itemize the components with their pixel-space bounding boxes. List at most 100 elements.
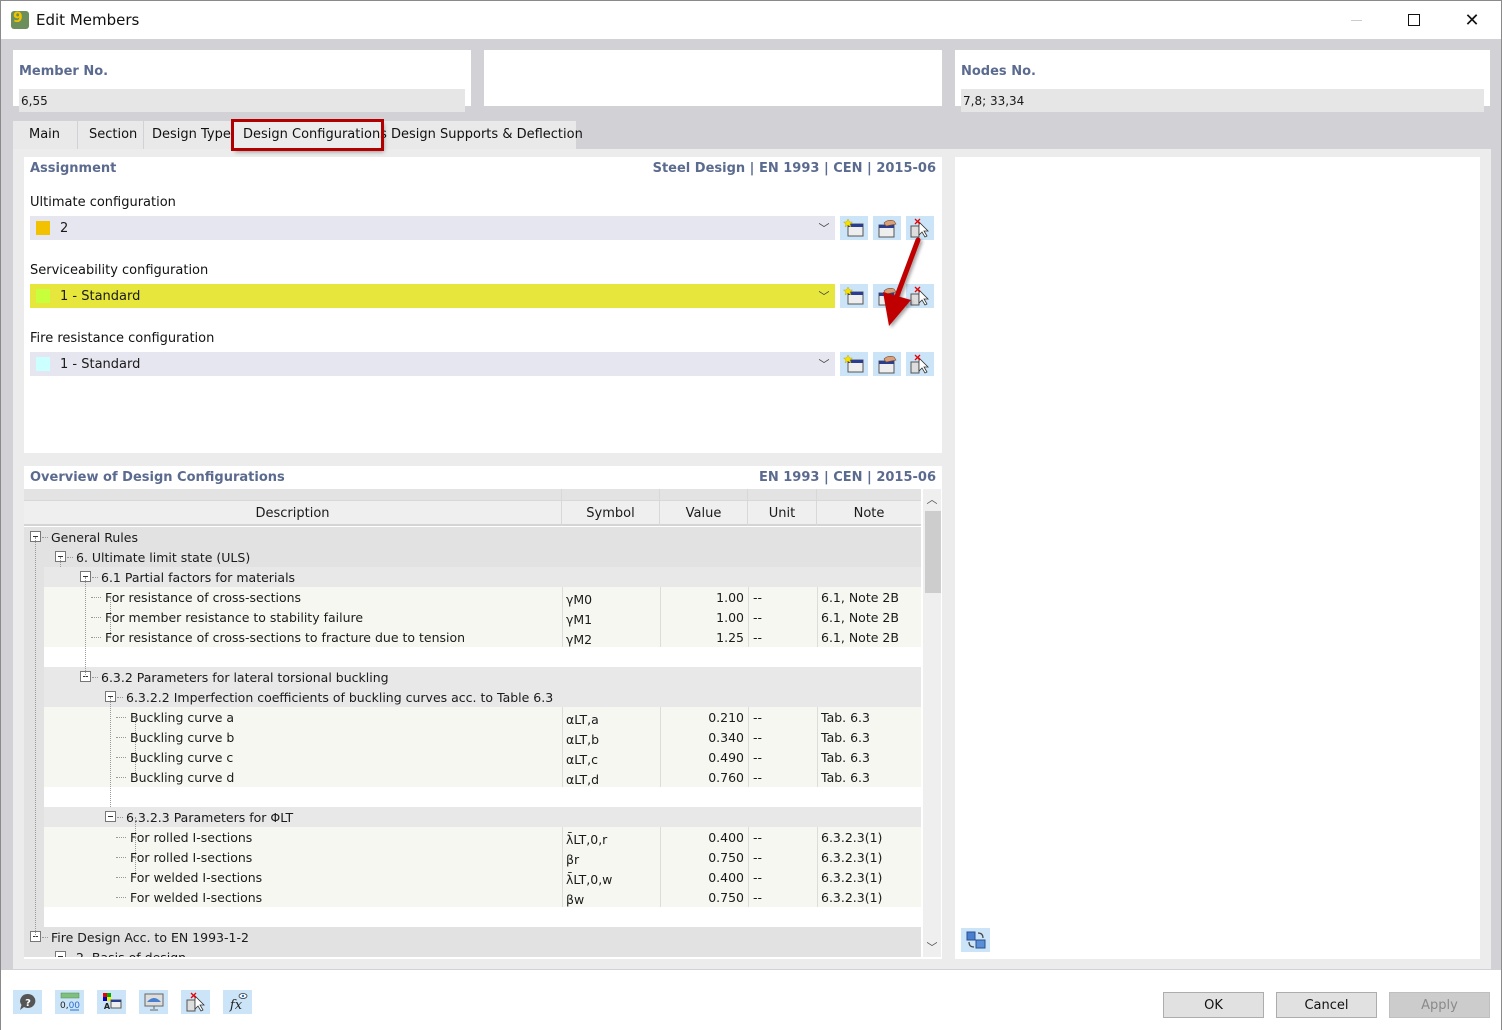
symbol-cell: γM2 xyxy=(566,632,593,647)
view-button[interactable] xyxy=(139,990,168,1014)
new-fire-config-button[interactable] xyxy=(840,352,868,376)
table-row[interactable]: For member resistance to stability failu… xyxy=(24,607,921,627)
tree-group-row[interactable]: 6. Ultimate limit state (ULS) xyxy=(24,547,921,567)
tree-group-row[interactable]: 6.3.2.2 Imperfection coefficients of buc… xyxy=(24,687,921,707)
tree-gutter xyxy=(24,747,44,767)
column-separator xyxy=(817,607,818,627)
tab-design-types[interactable]: Design Types xyxy=(144,121,238,149)
table-header: Description Symbol Value Unit Note xyxy=(24,489,921,526)
column-separator xyxy=(562,867,563,887)
tree-connector xyxy=(116,877,126,878)
tree-group-row[interactable]: 6.1 Partial factors for materials xyxy=(24,567,921,587)
scroll-thumb[interactable] xyxy=(925,511,941,593)
units-button[interactable]: 0,00 xyxy=(55,990,84,1014)
value-cell[interactable]: 0.340 xyxy=(664,730,744,745)
column-header-unit[interactable]: Unit xyxy=(748,489,817,526)
column-separator xyxy=(817,847,818,867)
tree-group-row[interactable]: 2. Basis of design xyxy=(24,947,921,957)
preview-panel xyxy=(955,157,1480,959)
collapse-icon[interactable] xyxy=(105,811,116,822)
nodes-no-field[interactable]: 7,8; 33,34 xyxy=(961,89,1484,112)
table-row[interactable]: Buckling curve b αLT,b 0.340 -- Tab. 6.3 xyxy=(24,727,921,747)
edit-serviceability-config-button[interactable] xyxy=(873,284,901,308)
value-cell[interactable]: 0.210 xyxy=(664,710,744,725)
vertical-scrollbar[interactable]: ︿ ﹀ xyxy=(923,489,941,957)
tree-gutter xyxy=(24,787,44,807)
new-ultimate-config-button[interactable] xyxy=(840,216,868,240)
colors-button[interactable]: A xyxy=(97,990,126,1014)
table-row[interactable]: For resistance of cross-sections γM0 1.00-… xyxy=(24,587,921,607)
table-row[interactable]: For welded I-sections βw 0.750 -- 6.3.2.3(1) xyxy=(24,887,921,907)
select-ultimate-config-button[interactable] xyxy=(906,216,934,240)
column-header-value[interactable]: Value xyxy=(660,489,748,526)
cancel-button[interactable]: Cancel xyxy=(1276,992,1377,1018)
edit-ultimate-config-button[interactable] xyxy=(873,216,901,240)
tab-content: Assignment Steel Design | EN 1993 | CEN … xyxy=(13,149,1491,969)
column-separator xyxy=(817,747,818,767)
value-cell[interactable]: 0.750 xyxy=(664,850,744,865)
column-header-symbol[interactable]: Symbol xyxy=(562,489,660,526)
tree-connector xyxy=(116,757,126,758)
value-cell[interactable]: 0.490 xyxy=(664,750,744,765)
table-row[interactable]: Buckling curve d αLT,d 0.760 -- Tab. 6.3 xyxy=(24,767,921,787)
value-cell[interactable]: 1.00 xyxy=(664,590,744,605)
value-cell[interactable]: 0.400 xyxy=(664,830,744,845)
member-no-field[interactable]: 6,55 xyxy=(19,89,465,112)
ultimate-config-select[interactable]: 2 ﹀ xyxy=(30,216,835,240)
sync-view-button[interactable] xyxy=(961,928,990,952)
maximize-button[interactable] xyxy=(1385,1,1443,39)
assignment-panel: Assignment Steel Design | EN 1993 | CEN … xyxy=(24,157,942,453)
serviceability-config-select[interactable]: 1 - Standard ﹀ xyxy=(30,284,835,308)
svg-text:fx: fx xyxy=(228,998,242,1012)
description-cell: 2. Basis of design xyxy=(76,950,186,957)
new-serviceability-config-button[interactable] xyxy=(840,284,868,308)
tree-group-row[interactable]: 6.3.2 Parameters for lateral torsional b… xyxy=(24,667,921,687)
tab-design-configurations[interactable]: Design Configurations xyxy=(231,119,387,151)
table-row[interactable]: For welded I-sections λ̄LT,0,w 0.400 -- 6.3.… xyxy=(24,867,921,887)
table-row[interactable]: Buckling curve a αLT,a 0.210 -- Tab. 6.3 xyxy=(24,707,921,727)
minimize-button[interactable] xyxy=(1327,1,1385,39)
serviceability-config-value: 1 - Standard xyxy=(60,288,141,304)
select-objects-button[interactable] xyxy=(181,990,210,1014)
value-cell[interactable]: 0.760 xyxy=(664,770,744,785)
table-row[interactable]: For resistance of cross-sections to frac… xyxy=(24,627,921,647)
unit-cell: -- xyxy=(753,590,763,605)
table-row[interactable]: For rolled I-sections λ̄LT,0,r 0.400 -- 6.3.… xyxy=(24,827,921,847)
fire-config-select[interactable]: 1 - Standard ﹀ xyxy=(30,352,835,376)
scroll-up-icon[interactable]: ︿ xyxy=(923,491,941,507)
apply-button[interactable]: Apply xyxy=(1389,992,1490,1018)
value-cell[interactable]: 0.750 xyxy=(664,890,744,905)
scroll-down-icon[interactable]: ﹀ xyxy=(923,939,941,955)
table-row[interactable]: For rolled I-sections βr 0.750 -- 6.3.2.3(1) xyxy=(24,847,921,867)
select-serviceability-config-button[interactable] xyxy=(906,284,934,308)
column-header-description[interactable]: Description xyxy=(24,489,562,526)
tree-group-row[interactable]: 6.3.2.3 Parameters for ΦLT xyxy=(24,807,921,827)
collapse-icon[interactable] xyxy=(55,951,66,957)
column-separator xyxy=(562,727,563,747)
column-header-note[interactable]: Note xyxy=(817,489,921,526)
help-button[interactable]: ? xyxy=(13,990,42,1014)
column-separator xyxy=(660,887,661,907)
tree-gutter xyxy=(24,907,44,927)
column-separator xyxy=(660,607,661,627)
column-separator xyxy=(660,847,661,867)
close-button[interactable]: ✕ xyxy=(1443,1,1501,39)
tree-gutter xyxy=(24,647,44,667)
ultimate-config-color-swatch xyxy=(36,221,50,235)
table-row[interactable]: Buckling curve c αLT,c 0.490 -- Tab. 6.3 xyxy=(24,747,921,767)
tree-group-row[interactable]: General Rules xyxy=(24,527,921,547)
edit-members-dialog: Edit Members ✕ Member No. 6,55 Nodes No.… xyxy=(0,0,1502,1030)
svg-text:?: ? xyxy=(25,998,31,1009)
tab-design-supports-deflection[interactable]: Design Supports & Deflection xyxy=(383,121,583,149)
edit-fire-config-button[interactable] xyxy=(873,352,901,376)
tree-group-row[interactable]: Fire Design Acc. to EN 1993-1-2 xyxy=(24,927,921,947)
formula-button[interactable]: fx xyxy=(223,990,252,1014)
ok-button[interactable]: OK xyxy=(1163,992,1264,1018)
value-cell[interactable]: 1.25 xyxy=(664,630,744,645)
value-cell[interactable]: 1.00 xyxy=(664,610,744,625)
value-cell[interactable]: 0.400 xyxy=(664,870,744,885)
tab-main[interactable]: Main xyxy=(13,121,77,149)
chevron-down-icon: ﹀ xyxy=(818,358,830,371)
tab-section[interactable]: Section xyxy=(78,121,143,149)
select-fire-config-button[interactable] xyxy=(906,352,934,376)
